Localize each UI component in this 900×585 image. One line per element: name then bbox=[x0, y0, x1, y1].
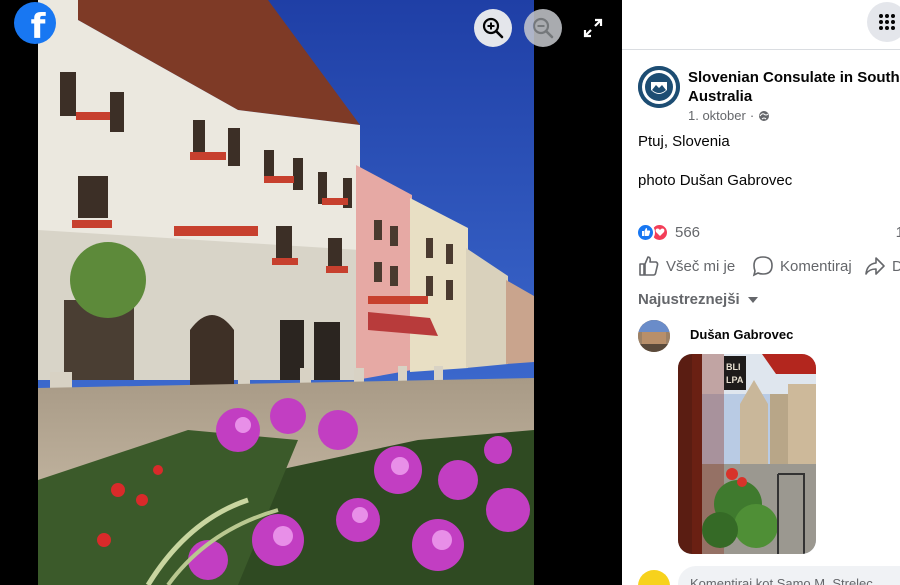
page-avatar[interactable] bbox=[638, 66, 680, 108]
zoom-out-icon bbox=[532, 17, 554, 39]
commenter-name[interactable]: Dušan Gabrovec bbox=[690, 327, 793, 342]
post-caption: Ptuj, Slovenia photo Dušan Gabrovec bbox=[638, 132, 792, 210]
photo-illustration bbox=[38, 0, 534, 585]
photo-viewer: f bbox=[0, 0, 622, 585]
globe-icon bbox=[759, 110, 770, 121]
zoom-in-icon bbox=[482, 17, 504, 39]
comment-photo-illustration: BLI LPA bbox=[678, 354, 816, 554]
zoom-in-button[interactable] bbox=[474, 9, 512, 47]
grid-menu-icon bbox=[879, 14, 895, 30]
caption-location: Ptuj, Slovenia bbox=[638, 133, 730, 150]
comment-count[interactable]: 1 bbox=[896, 224, 900, 241]
panel-top-bar bbox=[622, 0, 900, 50]
menu-button[interactable] bbox=[867, 2, 900, 42]
post-side-panel: Slovenian Consulate in South Australia 1… bbox=[622, 0, 900, 585]
comment-photo[interactable]: BLI LPA bbox=[678, 354, 816, 554]
fullscreen-icon bbox=[583, 18, 603, 38]
like-label: Všeč mi je bbox=[666, 257, 736, 275]
current-user-avatar[interactable] bbox=[638, 570, 670, 585]
comment-label: Komentiraj bbox=[780, 257, 852, 275]
post-photo[interactable] bbox=[38, 0, 534, 585]
zoom-out-button[interactable] bbox=[524, 9, 562, 47]
commenter-avatar[interactable] bbox=[638, 320, 670, 352]
thumbs-up-icon bbox=[639, 256, 659, 276]
consulate-crest-icon bbox=[638, 66, 680, 108]
comment-icon bbox=[752, 256, 773, 277]
sort-label: Najustreznejši bbox=[638, 291, 740, 308]
share-button[interactable]: D bbox=[864, 255, 900, 277]
meta-separator: · bbox=[749, 108, 755, 123]
comment-sort-dropdown[interactable]: Najustreznejši bbox=[638, 291, 758, 308]
post-header: Slovenian Consulate in South Australia 1… bbox=[638, 66, 900, 126]
post-meta: 1. oktober · bbox=[688, 108, 770, 123]
page-name[interactable]: Slovenian Consulate in South Australia bbox=[688, 68, 900, 106]
svg-text:LPA: LPA bbox=[726, 375, 744, 385]
like-button[interactable]: Všeč mi je bbox=[638, 255, 752, 277]
caption-credit: photo Dušan Gabrovec bbox=[638, 172, 793, 189]
share-label: D bbox=[892, 257, 900, 275]
facebook-logo-icon[interactable]: f bbox=[14, 2, 56, 44]
reactions-summary[interactable]: 566 1 bbox=[636, 221, 900, 243]
caret-down-icon bbox=[747, 296, 758, 303]
reaction-count: 566 bbox=[675, 223, 701, 241]
comment-composer: Komentiraj kot Samo M. Strelec bbox=[638, 566, 900, 585]
share-icon bbox=[865, 257, 885, 275]
post-actions: Všeč mi je Komentiraj D bbox=[638, 253, 900, 279]
post-date[interactable]: 1. oktober bbox=[688, 108, 746, 123]
like-reaction-icon bbox=[636, 222, 655, 242]
facebook-logo-letter: f bbox=[30, 7, 46, 44]
comment-button[interactable]: Komentiraj bbox=[752, 255, 864, 277]
comment-input[interactable]: Komentiraj kot Samo M. Strelec bbox=[678, 566, 900, 585]
svg-text:BLI: BLI bbox=[726, 362, 741, 372]
fullscreen-button[interactable] bbox=[574, 9, 612, 47]
